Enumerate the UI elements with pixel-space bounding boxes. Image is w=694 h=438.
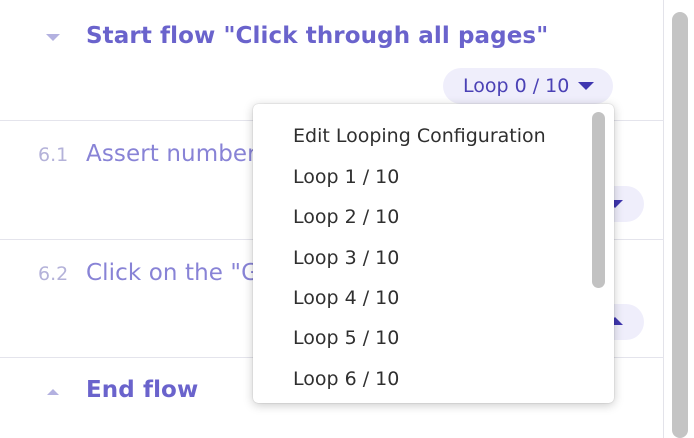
dropdown-scrollbar-thumb[interactable] (592, 112, 605, 288)
start-flow-step[interactable]: Start flow "Click through all pages" Loo… (0, 0, 664, 120)
collapse-caret-icon[interactable] (46, 34, 60, 41)
menu-item-loop-1[interactable]: Loop 1 / 10 (293, 166, 399, 188)
end-flow-title: End flow (86, 377, 199, 403)
step-number: 6.2 (38, 263, 69, 285)
page-scrollbar-thumb[interactable] (672, 12, 688, 438)
step-title: Assert number (86, 141, 257, 167)
menu-item-loop-3[interactable]: Loop 3 / 10 (293, 247, 399, 269)
loop-dropdown-menu: Edit Looping Configuration Loop 1 / 10 L… (253, 104, 614, 403)
menu-item-loop-4[interactable]: Loop 4 / 10 (293, 287, 399, 309)
menu-item-edit-looping-configuration[interactable]: Edit Looping Configuration (293, 125, 546, 147)
step-title: Click on the "Go (86, 260, 274, 286)
flow-editor-page: Start flow "Click through all pages" Loo… (0, 0, 694, 438)
step-number: 6.1 (38, 144, 69, 166)
menu-item-loop-5[interactable]: Loop 5 / 10 (293, 327, 399, 349)
loop-select-label: Loop 0 / 10 (463, 75, 570, 97)
start-flow-title: Start flow "Click through all pages" (86, 23, 549, 49)
chevron-down-icon (578, 82, 594, 90)
menu-item-loop-2[interactable]: Loop 2 / 10 (293, 206, 399, 228)
expand-caret-icon[interactable] (47, 389, 59, 395)
menu-item-loop-6[interactable]: Loop 6 / 10 (293, 368, 399, 390)
loop-select-button[interactable]: Loop 0 / 10 (443, 68, 613, 104)
